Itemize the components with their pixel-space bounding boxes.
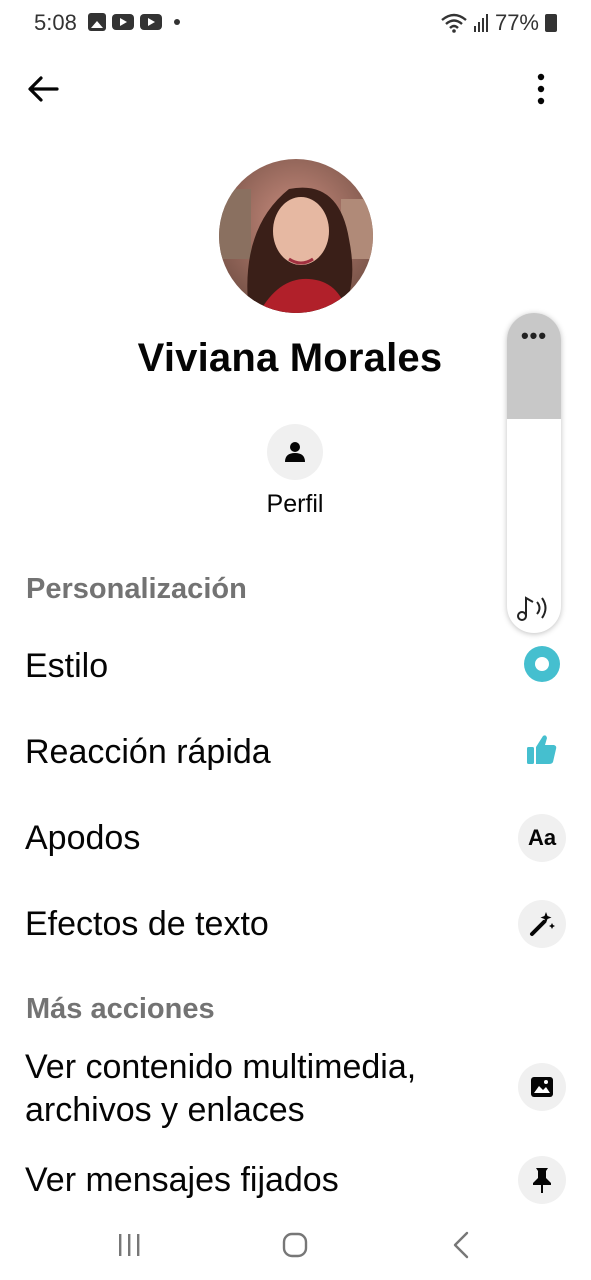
vertical-dots-icon — [537, 73, 545, 105]
youtube-notification-icon — [112, 14, 134, 30]
status-time: 5:08 — [34, 10, 77, 35]
wifi-icon — [441, 13, 467, 33]
home-icon — [282, 1232, 308, 1258]
more-notifications-dot-icon — [174, 19, 180, 25]
floating-media-panel[interactable]: ••• — [507, 313, 561, 633]
music-sound-icon[interactable] — [515, 593, 553, 623]
status-bar: 5:08 77% — [0, 0, 591, 46]
section-title-more-actions: Más acciones — [26, 993, 215, 1025]
theme-circle-icon — [518, 640, 566, 688]
pin-icon — [518, 1156, 566, 1204]
person-icon — [285, 442, 305, 462]
row-nicknames[interactable]: Apodos Aa — [0, 814, 591, 864]
recent-apps-icon — [119, 1234, 140, 1256]
battery-percent: 77% — [494, 10, 539, 35]
row-style[interactable]: Estilo — [0, 642, 591, 692]
row-label: Apodos — [25, 819, 141, 857]
battery-icon — [545, 14, 557, 32]
thumbs-up-icon — [518, 726, 566, 774]
recent-apps-button[interactable] — [112, 1230, 146, 1260]
magic-wand-icon — [518, 900, 566, 948]
nav-back-button[interactable] — [446, 1230, 476, 1260]
row-label: Efectos de texto — [25, 905, 269, 943]
nav-back-icon — [453, 1231, 469, 1259]
section-title-personalization: Personalización — [26, 573, 247, 605]
gallery-notification-icon — [88, 13, 106, 31]
row-view-media[interactable]: Ver contenido multimedia, archivos y enl… — [0, 1046, 591, 1134]
horizontal-dots-icon[interactable]: ••• — [507, 325, 561, 347]
row-label: Estilo — [25, 647, 109, 685]
signal-icon — [473, 14, 488, 32]
image-icon — [518, 1063, 566, 1111]
arrow-left-icon — [28, 76, 59, 102]
text-aa-icon-label: Aa — [527, 825, 557, 850]
more-options-button[interactable] — [529, 68, 553, 110]
youtube-notification-icon — [140, 14, 162, 30]
contact-name: Viviana Morales — [137, 336, 443, 380]
row-pinned-messages[interactable]: Ver mensajes fijados — [0, 1156, 591, 1206]
row-label: Reacción rápida — [25, 733, 271, 771]
back-button[interactable] — [22, 68, 64, 110]
profile-button[interactable] — [267, 424, 323, 480]
row-quick-reaction[interactable]: Reacción rápida — [0, 728, 591, 778]
row-label-line2: archivos y enlaces — [25, 1091, 305, 1129]
profile-avatar[interactable] — [219, 159, 373, 313]
row-text-effects[interactable]: Efectos de texto — [0, 900, 591, 950]
system-nav-bar — [0, 1210, 591, 1280]
system-status-icons: 77% — [441, 10, 557, 36]
profile-photo — [219, 159, 373, 313]
row-label-line1: Ver contenido multimedia, — [25, 1048, 417, 1086]
notification-icons — [88, 13, 180, 31]
top-bar — [0, 60, 591, 116]
profile-button-label[interactable]: Perfil — [235, 490, 355, 519]
row-label: Ver mensajes fijados — [25, 1161, 339, 1199]
home-button[interactable] — [278, 1230, 312, 1260]
text-aa-icon: Aa — [518, 814, 566, 862]
